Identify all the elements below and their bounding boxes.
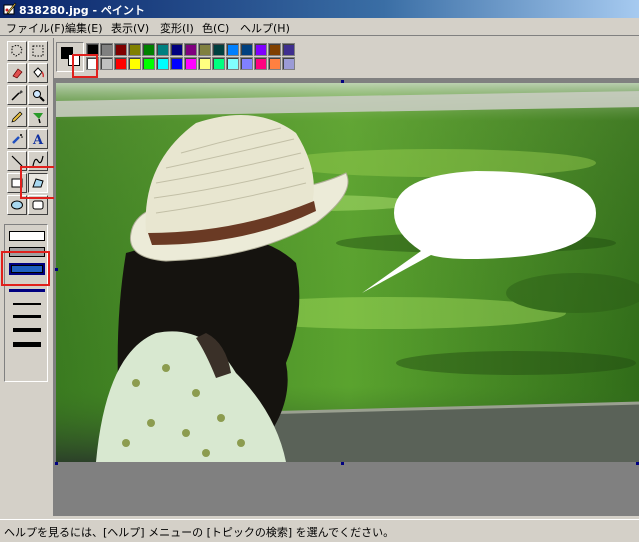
palette-swatch[interactable] <box>142 57 155 70</box>
canvas[interactable] <box>56 83 639 462</box>
menu-view[interactable]: 表示(V) <box>111 20 149 36</box>
palette-swatch[interactable] <box>226 57 239 70</box>
palette-swatch[interactable] <box>240 43 253 56</box>
palette-swatch[interactable] <box>170 43 183 56</box>
tool-eraser[interactable] <box>7 63 27 83</box>
airbrush-icon <box>12 134 23 144</box>
menu-help[interactable]: ヘルプ(H) <box>240 20 290 36</box>
fill-bucket-icon <box>33 67 45 78</box>
tool-free-form-select[interactable] <box>7 41 27 61</box>
tool-select[interactable] <box>28 41 48 61</box>
free-form-select-icon <box>11 44 23 57</box>
select-icon <box>32 45 44 57</box>
status-bar: ヘルプを見るには、[ヘルプ] メニューの [トピックの検索] を選んでください。 <box>0 519 639 542</box>
rounded-rectangle-icon <box>32 200 44 210</box>
color-palette <box>54 38 639 76</box>
eraser-icon <box>12 68 23 79</box>
resize-handle-bottom[interactable] <box>341 462 344 465</box>
option-outline[interactable] <box>9 231 45 241</box>
ellipse-icon <box>11 200 23 210</box>
palette-swatch[interactable] <box>282 57 295 70</box>
menu-file[interactable]: ファイル(F) <box>6 20 65 36</box>
line-width-5[interactable] <box>13 342 41 347</box>
magnifier-icon <box>33 90 45 102</box>
line-width-3[interactable] <box>13 315 41 318</box>
tool-pencil[interactable] <box>7 107 27 127</box>
highlight-fill-option <box>1 251 50 286</box>
palette-swatch[interactable] <box>128 57 141 70</box>
pencil-icon <box>11 111 23 123</box>
palette-swatch[interactable] <box>170 57 183 70</box>
palette-swatch[interactable] <box>268 57 281 70</box>
canvas-image[interactable] <box>56 83 639 462</box>
tool-airbrush[interactable] <box>7 129 27 149</box>
palette-swatch[interactable] <box>254 57 267 70</box>
tool-text[interactable]: A <box>28 129 48 149</box>
resize-handle-bottom-left[interactable] <box>55 462 58 465</box>
palette-swatch[interactable] <box>198 57 211 70</box>
palette-swatch[interactable] <box>128 43 141 56</box>
status-text: ヘルプを見るには、[ヘルプ] メニューの [トピックの検索] を選んでください。 <box>4 526 395 539</box>
paint-app-icon <box>3 2 17 15</box>
text-tool-icon: A <box>32 133 44 146</box>
title-bar[interactable]: 838280.jpg - ペイント <box>0 0 639 18</box>
palette-swatch[interactable] <box>156 57 169 70</box>
palette-swatch[interactable] <box>184 43 197 56</box>
menu-bar: ファイル(F) 編集(E) 表示(V) 変形(I) 色(C) ヘルプ(H) <box>0 18 639 36</box>
resize-handle-top[interactable] <box>341 80 344 83</box>
palette-swatch[interactable] <box>184 57 197 70</box>
palette-swatch[interactable] <box>142 43 155 56</box>
palette-swatch[interactable] <box>114 43 127 56</box>
palette-swatch[interactable] <box>282 43 295 56</box>
palette-swatch[interactable] <box>268 43 281 56</box>
tool-magnifier[interactable] <box>28 85 48 105</box>
menu-colors[interactable]: 色(C) <box>202 20 229 36</box>
tool-fill[interactable] <box>28 63 48 83</box>
line-width-4[interactable] <box>13 328 41 332</box>
line-width-2[interactable] <box>13 303 41 305</box>
palette-swatch[interactable] <box>226 43 239 56</box>
palette-swatch[interactable] <box>156 43 169 56</box>
palette-swatch[interactable] <box>212 43 225 56</box>
resize-handle-left[interactable] <box>55 268 58 271</box>
tool-options <box>4 224 48 382</box>
menu-edit[interactable]: 編集(E) <box>65 20 103 36</box>
pick-color-icon <box>11 90 23 101</box>
palette-swatch[interactable] <box>100 43 113 56</box>
menu-image[interactable]: 変形(I) <box>160 20 194 36</box>
line-width-1[interactable] <box>9 289 45 292</box>
work-area <box>54 78 639 516</box>
svg-text:A: A <box>32 133 44 146</box>
tool-pick-color[interactable] <box>7 85 27 105</box>
tool-brush[interactable] <box>28 107 48 127</box>
brush-icon <box>33 113 43 124</box>
highlight-background-color <box>72 54 98 78</box>
palette-swatch[interactable] <box>100 57 113 70</box>
palette-swatch[interactable] <box>254 43 267 56</box>
palette-swatch[interactable] <box>212 57 225 70</box>
palette-swatch[interactable] <box>198 43 211 56</box>
paint-window: 838280.jpg - ペイント ファイル(F) 編集(E) 表示(V) 変形… <box>0 0 639 542</box>
window-title: 838280.jpg - ペイント <box>19 4 145 17</box>
palette-swatch[interactable] <box>240 57 253 70</box>
palette-swatch[interactable] <box>114 57 127 70</box>
